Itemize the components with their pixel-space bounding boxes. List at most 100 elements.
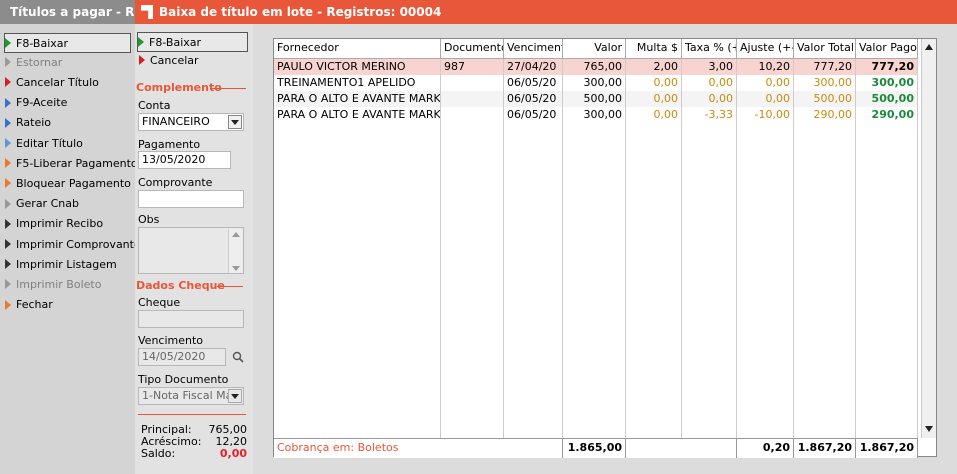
- table-cell: PARA O ALTO E AVANTE MARKET: [274, 91, 441, 107]
- play-icon: [5, 57, 11, 68]
- vencimento-label: Vencimento: [138, 334, 204, 347]
- menu-item-fechar[interactable]: Fechar: [5, 296, 53, 314]
- table-cell: 290,00: [856, 107, 918, 123]
- menu-item-bloquear-pagamento[interactable]: Bloquear Pagamento: [5, 174, 131, 192]
- back-window-title-text: Títulos a pagar - Re: [10, 5, 135, 19]
- table-cell: 300,00: [563, 75, 626, 91]
- chevron-down-icon[interactable]: [228, 115, 242, 129]
- cheque-label: Cheque: [138, 296, 181, 309]
- table-cell: 500,00: [856, 91, 918, 107]
- table-cell: 0,00: [626, 91, 682, 107]
- play-icon: [5, 158, 11, 169]
- scroll-down-icon[interactable]: [924, 424, 934, 434]
- menu-item-imprimir-boleto[interactable]: Imprimir Boleto: [5, 275, 101, 293]
- play-icon: [5, 198, 11, 209]
- conta-select[interactable]: FINANCEIRO: [138, 113, 244, 131]
- table-row[interactable]: PARA O ALTO E AVANTE MARKET 06/05/20 300,0…: [274, 107, 918, 123]
- tipo-documento-select[interactable]: 1-Nota Fiscal Mar: [138, 387, 244, 405]
- menu-item-rateio[interactable]: Rateio: [5, 114, 51, 132]
- tipo-documento-label: Tipo Documento: [138, 373, 229, 386]
- table-cell: PAULO VICTOR MERINO: [274, 59, 441, 75]
- play-icon: [5, 259, 11, 270]
- play-icon: [5, 97, 11, 108]
- column-divider: [503, 123, 504, 438]
- dados-cheque-section-title: Dados Cheque: [136, 279, 225, 292]
- column-divider: [736, 123, 737, 438]
- search-icon[interactable]: [232, 351, 244, 363]
- menu-item-imprimir-comprovante[interactable]: Imprimir Comprovante: [5, 235, 141, 253]
- table-cell: 06/05/20: [504, 75, 563, 91]
- table-cell: 300,00: [794, 75, 856, 91]
- column-header-fornecedor[interactable]: Fornecedor: [274, 39, 441, 58]
- menu-item-gerar-cnab[interactable]: Gerar Cnab: [5, 195, 79, 213]
- grid-footer: Cobrança em: Boletos 1.865,00 0,20 1.867…: [274, 438, 918, 458]
- total-ajuste: 0,20: [737, 439, 794, 458]
- column-header-documento[interactable]: Documento: [441, 39, 504, 58]
- play-icon: [5, 218, 11, 229]
- section-divider: [210, 88, 246, 89]
- column-header-ajuste[interactable]: Ajuste (+-): [737, 39, 794, 58]
- pagamento-date-field[interactable]: 13/05/2020: [138, 151, 231, 169]
- menu-item-imprimir-listagem[interactable]: Imprimir Listagem: [5, 255, 117, 273]
- scroll-up-icon[interactable]: [232, 232, 240, 237]
- comprovante-label: Comprovante: [138, 176, 213, 189]
- grid-scrollbar[interactable]: [921, 39, 936, 438]
- left-menu: F8-Baixar Estornar Cancelar Título F9-Aceit…: [0, 24, 141, 474]
- table-cell: 500,00: [794, 91, 856, 107]
- table-cell: 06/05/20: [504, 91, 563, 107]
- column-divider: [562, 123, 563, 438]
- section-divider: [217, 286, 243, 287]
- column-header-vencimento[interactable]: Vencimento: [504, 39, 563, 58]
- cobranca-label: Cobrança em: Boletos: [274, 439, 563, 458]
- total-valor-pago: 1.867,20: [856, 439, 918, 458]
- saldo-row: Saldo: 0,00: [141, 447, 247, 460]
- table-cell: 300,00: [563, 107, 626, 123]
- titles-grid[interactable]: FornecedorDocumentoVencimentoValorMulta …: [273, 38, 937, 458]
- table-cell: [441, 91, 504, 107]
- table-cell: 300,00: [856, 75, 918, 91]
- scroll-up-icon[interactable]: [924, 42, 934, 52]
- column-header-taxa[interactable]: Taxa % (+-): [682, 39, 737, 58]
- table-row[interactable]: PAULO VICTOR MERINO 987 27/04/20 765,00 2,00…: [274, 59, 918, 75]
- total-valor-total: 1.867,20: [794, 439, 856, 458]
- play-icon: [5, 178, 11, 189]
- table-row[interactable]: PARA O ALTO E AVANTE MARKET 06/05/20 500,0…: [274, 91, 918, 107]
- scroll-down-icon[interactable]: [232, 266, 240, 271]
- app-logo-icon: [141, 5, 153, 19]
- obs-scrollbar[interactable]: [228, 229, 242, 273]
- column-header-multa[interactable]: Multa $: [626, 39, 682, 58]
- chevron-down-icon[interactable]: [228, 389, 242, 403]
- menu-item-cancelar-t-tulo[interactable]: Cancelar Título: [5, 73, 99, 91]
- menu-item-f8-baixar[interactable]: F8-Baixar: [4, 33, 131, 53]
- column-header-valor-pago[interactable]: Valor Pago: [856, 39, 918, 58]
- obs-label: Obs: [138, 213, 160, 226]
- vencimento-date-field[interactable]: 14/05/2020: [138, 348, 226, 366]
- table-cell: 0,00: [626, 107, 682, 123]
- comprovante-field[interactable]: [138, 190, 244, 208]
- column-header-valor-total[interactable]: Valor Total: [794, 39, 856, 58]
- column-header-valor[interactable]: Valor: [563, 39, 626, 58]
- play-icon: [5, 38, 11, 48]
- menu-item-f5-liberar-pagamento[interactable]: F5-Liberar Pagamento: [5, 154, 138, 172]
- obs-textarea[interactable]: [138, 227, 244, 274]
- play-icon: [5, 239, 11, 249]
- play-icon: [139, 55, 145, 65]
- menu-item-estornar[interactable]: Estornar: [5, 53, 62, 71]
- play-icon: [138, 37, 144, 47]
- f8-baixar-button[interactable]: F8-Baixar: [137, 32, 248, 52]
- menu-item-f9-aceite[interactable]: F9-Aceite: [5, 94, 67, 112]
- column-divider: [793, 123, 794, 438]
- table-cell: TREINAMENTO1 APELIDO: [274, 75, 441, 91]
- menu-item-imprimir-recibo[interactable]: Imprimir Recibo: [5, 215, 103, 233]
- menu-item-editar-t-tulo[interactable]: Editar Título: [5, 134, 83, 152]
- table-cell: 987: [441, 59, 504, 75]
- summary-divider: [138, 414, 246, 415]
- cheque-field[interactable]: [138, 310, 244, 328]
- table-cell: 500,00: [563, 91, 626, 107]
- table-cell: PARA O ALTO E AVANTE MARKET: [274, 107, 441, 123]
- cancelar-button[interactable]: Cancelar: [139, 51, 199, 69]
- table-row[interactable]: TREINAMENTO1 APELIDO 06/05/20 300,00 0,00 0,…: [274, 75, 918, 91]
- table-cell: [441, 75, 504, 91]
- table-cell: 3,00: [682, 59, 737, 75]
- table-cell: [441, 107, 504, 123]
